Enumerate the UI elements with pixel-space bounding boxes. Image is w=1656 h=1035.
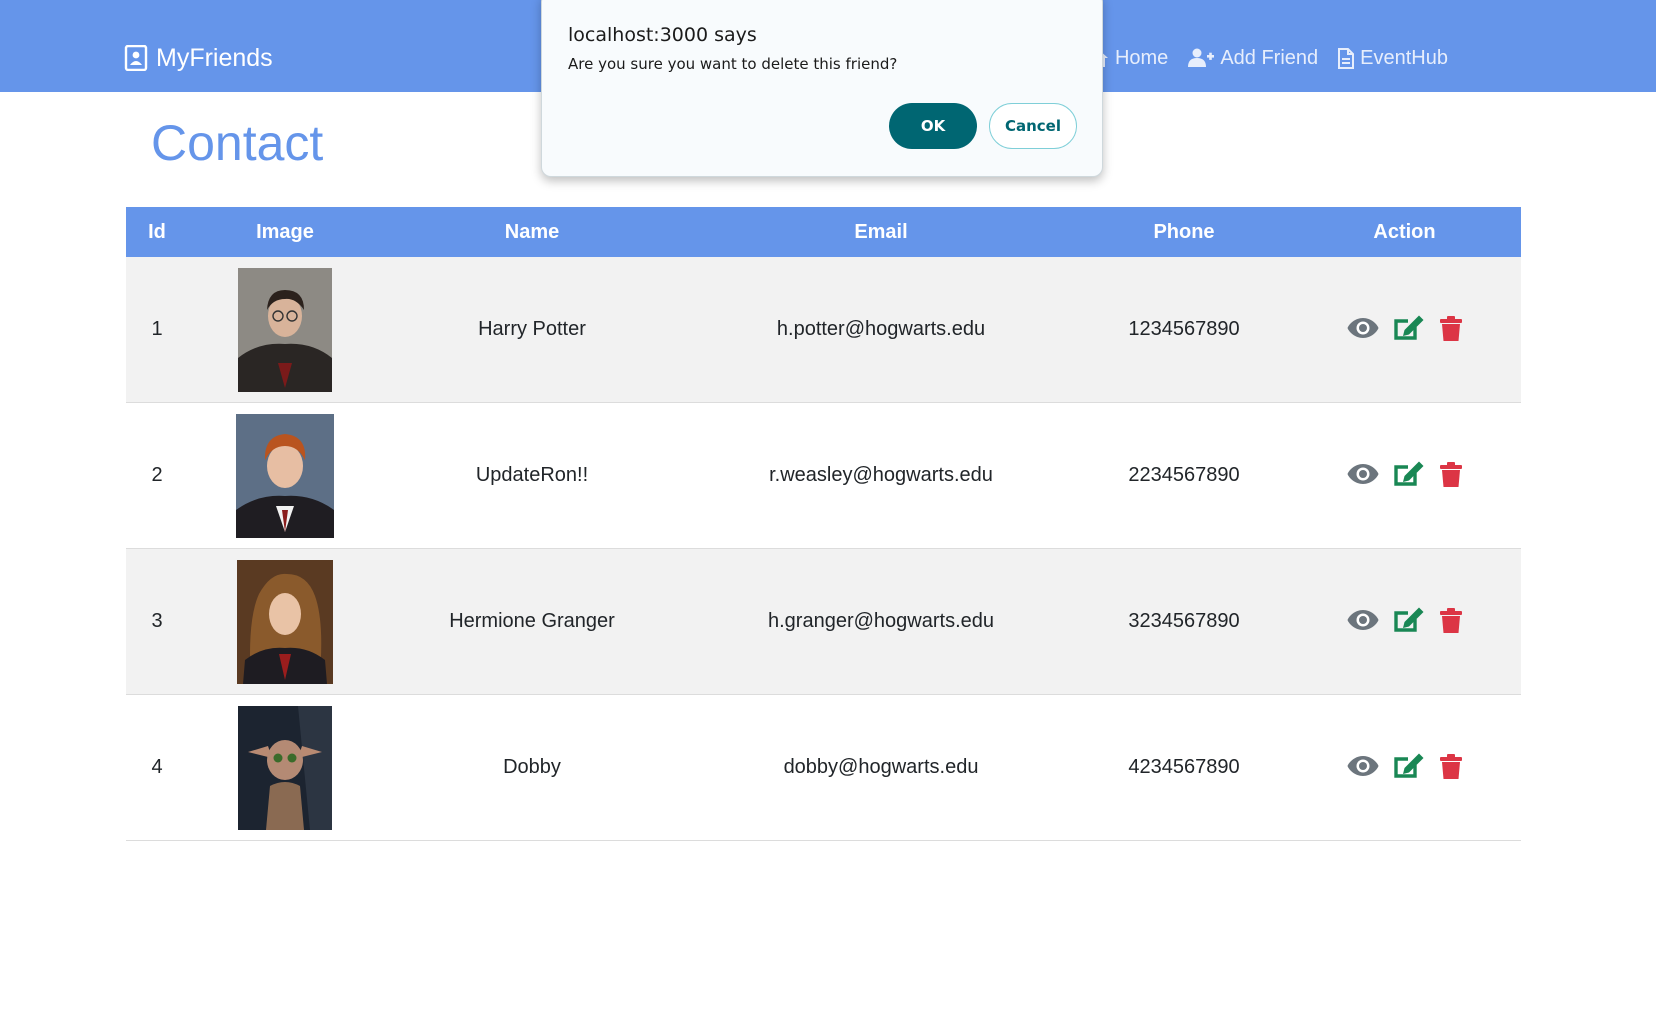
cell-email: h.potter@hogwarts.edu [682,257,1080,403]
cell-action [1288,402,1521,549]
brand-link[interactable]: MyFriends [124,40,273,76]
row-actions [1347,752,1463,780]
table-header-row: Id Image Name Email Phone Action [126,207,1521,257]
cell-id: 3 [126,548,188,695]
user-plus-icon [1188,48,1215,67]
nav-home-label: Home [1114,46,1169,69]
nav-eventhub-label: EventHub [1360,46,1448,69]
dialog-message: Are you sure you want to delete this fri… [568,55,898,73]
edit-icon[interactable] [1393,606,1425,634]
cell-phone: 4234567890 [1080,694,1288,841]
page-title: Contact [151,115,324,171]
cell-name: Harry Potter [382,257,682,403]
avatar [238,705,332,830]
contact-book-icon [124,45,148,71]
nav-add-friend-link[interactable]: Add Friend [1188,42,1318,74]
cell-action [1288,548,1521,695]
trash-icon[interactable] [1439,315,1463,342]
row-actions [1347,460,1463,488]
edit-icon[interactable] [1393,314,1425,342]
file-icon [1338,47,1355,69]
ok-button[interactable]: OK [889,103,977,149]
edit-icon[interactable] [1393,460,1425,488]
header-id: Id [148,220,166,243]
nav-links: Home Add Friend EventHub [1087,42,1448,74]
cell-name: Hermione Granger [382,548,682,695]
cell-phone: 2234567890 [1080,402,1288,549]
header-name: Name [504,220,560,243]
contacts-table: Id Image Name Email Phone Action 1 Harry… [126,207,1521,841]
cell-id: 2 [126,402,188,549]
table-row: 2 UpdateRon!! r.weasley@hogwarts.edu 223… [126,402,1521,549]
eye-icon[interactable] [1347,463,1379,485]
edit-icon[interactable] [1393,752,1425,780]
cell-email: dobby@hogwarts.edu [682,694,1080,841]
cancel-button[interactable]: Cancel [989,103,1077,149]
brand-label: MyFriends [156,43,273,72]
cell-name: UpdateRon!! [382,402,682,549]
avatar [236,413,334,538]
table-row: 3 Hermione Granger h.granger@hogwarts.ed… [126,548,1521,695]
eye-icon[interactable] [1347,755,1379,777]
cell-phone: 1234567890 [1080,257,1288,403]
trash-icon[interactable] [1439,607,1463,634]
cell-name: Dobby [382,694,682,841]
cell-action [1288,257,1521,403]
trash-icon[interactable] [1439,753,1463,780]
header-phone: Phone [1153,220,1215,243]
nav-add-friend-label: Add Friend [1220,46,1319,69]
avatar [238,267,332,392]
dialog-title: localhost:3000 says [568,24,757,46]
header-image: Image [256,220,314,243]
header-action: Action [1373,220,1436,243]
cell-email: h.granger@hogwarts.edu [682,548,1080,695]
trash-icon[interactable] [1439,461,1463,488]
row-actions [1347,606,1463,634]
header-email: Email [854,220,908,243]
table-row: 1 Harry Potter h.potter@hogwarts.edu 123… [126,257,1521,403]
table-row: 4 Dobby dobby@hogwarts.edu 4234567890 [126,694,1521,841]
confirm-dialog: localhost:3000 says Are you sure you wan… [541,0,1103,177]
cell-email: r.weasley@hogwarts.edu [682,402,1080,549]
cell-action [1288,694,1521,841]
nav-eventhub-link[interactable]: EventHub [1338,42,1448,74]
row-actions [1347,314,1463,342]
eye-icon[interactable] [1347,609,1379,631]
cell-id: 4 [126,694,188,841]
cell-phone: 3234567890 [1080,548,1288,695]
eye-icon[interactable] [1347,317,1379,339]
cell-id: 1 [126,257,188,403]
avatar [237,559,333,684]
